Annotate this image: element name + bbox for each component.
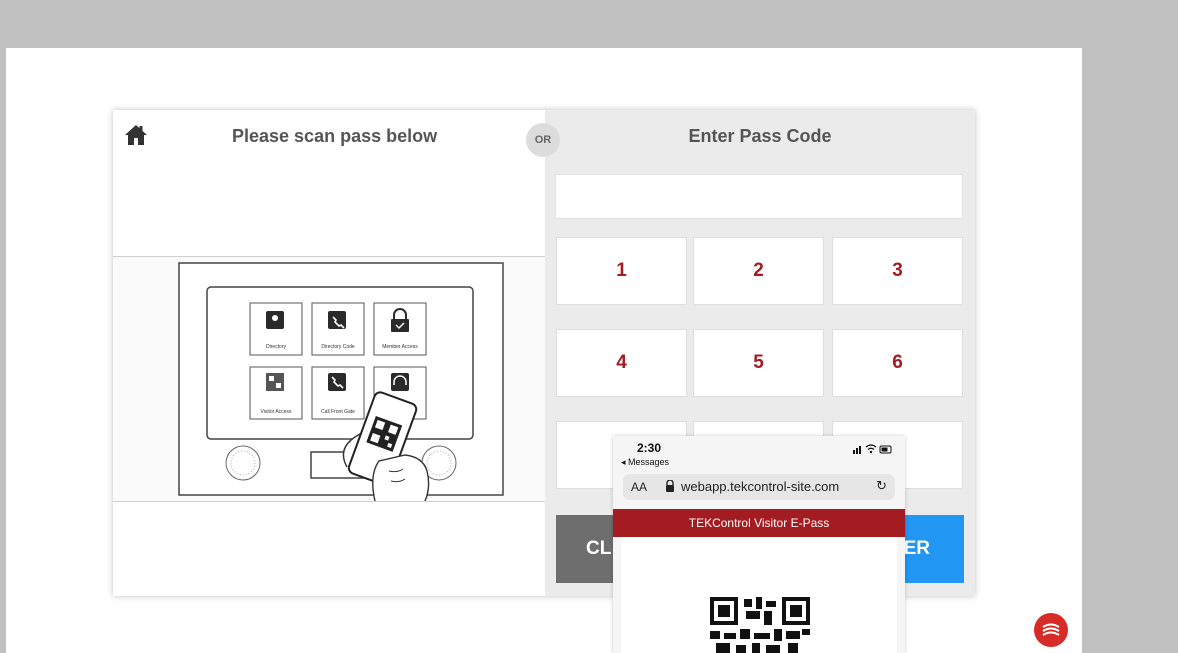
phone-epass-overlay: 2:30 ◂ Messages AA webapp.tekcontrol-sit…	[613, 436, 905, 653]
lock-icon	[666, 480, 674, 492]
tile-call-front-gate: Call Front Gate	[311, 366, 365, 420]
tile-visitor-access: Visitor Access	[249, 366, 303, 420]
keypad-key-2[interactable]: 2	[693, 237, 824, 305]
scan-illustration: Directory Directory Code Member Access V…	[113, 256, 545, 502]
keypad-key-5[interactable]: 5	[693, 329, 824, 397]
browser-address-bar[interactable]: AA webapp.tekcontrol-site.com ↻	[623, 474, 895, 500]
qr-code-icon	[710, 597, 810, 653]
epass-header: TEKControl Visitor E-Pass	[613, 509, 905, 537]
text-size-button[interactable]: AA	[631, 480, 647, 494]
reload-icon[interactable]: ↻	[876, 478, 887, 494]
status-icons	[853, 444, 892, 454]
svg-text:Member Access: Member Access	[382, 344, 418, 350]
keypad-key-4[interactable]: 4	[556, 329, 687, 397]
tile-directory: Directory	[249, 302, 303, 356]
svg-text:Visitor Access: Visitor Access	[260, 409, 292, 415]
svg-text:Directory: Directory	[266, 344, 287, 350]
keypad-key-6[interactable]: 6	[832, 329, 963, 397]
pass-code-input[interactable]	[555, 174, 963, 219]
epass-body	[621, 537, 897, 653]
tile-member-access: Member Access	[373, 302, 427, 356]
or-divider-badge: OR	[526, 123, 560, 157]
phone-clock: 2:30	[637, 441, 662, 455]
url-text: webapp.tekcontrol-site.com	[681, 479, 840, 494]
svg-text:Directory Code: Directory Code	[321, 344, 355, 350]
keypad-key-1[interactable]: 1	[556, 237, 687, 305]
messages-back-link[interactable]: ◂ Messages	[621, 457, 669, 468]
home-icon[interactable]	[124, 123, 148, 147]
tile-directory-code: Directory Code	[311, 302, 365, 356]
keypad-key-3[interactable]: 3	[832, 237, 963, 305]
scan-pass-panel: Please scan pass below Directory Directo…	[113, 110, 545, 596]
svg-text:Call Front Gate: Call Front Gate	[321, 409, 355, 415]
brand-logo-icon	[1034, 613, 1068, 647]
scan-pass-title: Please scan pass below	[232, 126, 438, 146]
pass-code-title: Enter Pass Code	[688, 126, 832, 146]
